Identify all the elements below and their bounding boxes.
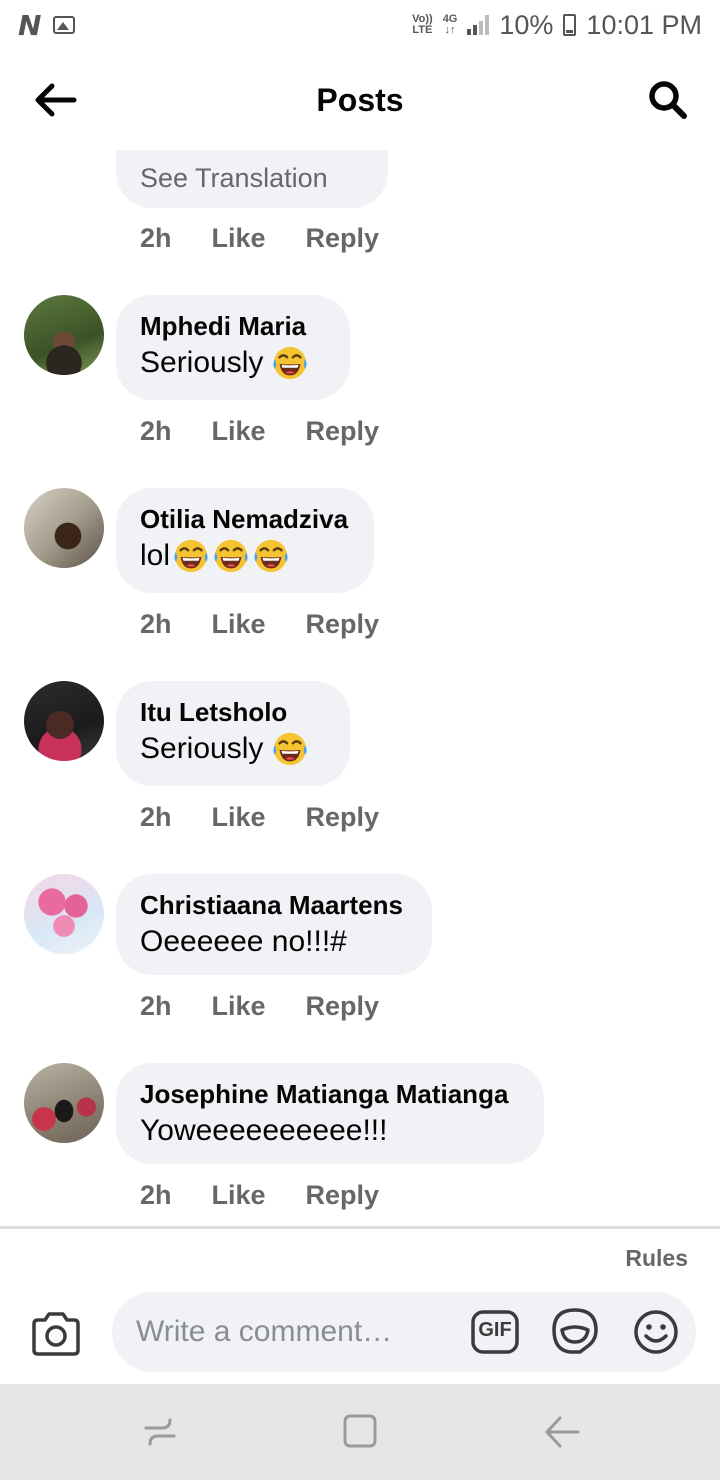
comment-actions: 2h Like Reply (140, 991, 379, 1022)
reply-button[interactable]: Reply (306, 802, 380, 833)
comment-actions: 2h Like Reply (140, 416, 379, 447)
avatar[interactable] (24, 1063, 104, 1143)
avatar[interactable] (24, 488, 104, 568)
comment-bubble[interactable]: Christiaana Maartens Oeeeeee no!!!# (116, 874, 432, 975)
comment-time: 2h (140, 802, 172, 832)
comment-text-content: Seriously (140, 346, 264, 379)
comment-time: 2h (140, 223, 172, 253)
comment-actions: 2h Like Reply (140, 609, 379, 640)
sticker-icon (552, 1308, 598, 1354)
comment-author[interactable]: Itu Letsholo (140, 695, 326, 729)
network-indicator: 4G ↓↑ (443, 14, 458, 36)
battery-percent: 10% (499, 9, 554, 40)
emoji-button[interactable] (632, 1308, 680, 1356)
avatar[interactable] (24, 681, 104, 761)
comment-time: 2h (140, 609, 172, 639)
like-button[interactable]: Like (212, 609, 266, 640)
comment-composer: GIF (112, 1292, 696, 1372)
back-nav-button[interactable] (542, 1412, 582, 1452)
recent-apps-button[interactable] (140, 1412, 180, 1452)
app-header: Posts (0, 50, 720, 150)
lte-label: LTE (412, 24, 433, 36)
tears-of-joy-emoji-icon (174, 539, 208, 573)
like-button[interactable]: Like (212, 802, 266, 833)
like-button[interactable]: Like (212, 1180, 266, 1211)
back-arrow-icon (35, 83, 77, 117)
tears-of-joy-emoji-icon (273, 346, 308, 380)
rules-link[interactable]: Rules (625, 1245, 688, 1272)
avatar[interactable] (24, 874, 104, 954)
back-button[interactable] (30, 78, 80, 122)
volte-indicator: Vo)) LTE (412, 14, 433, 36)
comment-time: 2h (140, 991, 172, 1021)
comment-text: Seriously (140, 343, 326, 383)
comment-bubble[interactable]: Otilia Nemadziva lol (116, 488, 374, 593)
comment-text-content: lol (140, 539, 171, 572)
page-title: Posts (316, 81, 404, 118)
signal-strength-icon (467, 15, 490, 35)
smiley-icon (634, 1310, 678, 1354)
comment-text-content: Seriously (140, 732, 264, 765)
avatar[interactable] (24, 295, 104, 375)
composer-divider (0, 1226, 720, 1229)
comment-bubble[interactable]: Mphedi Maria Seriously (116, 295, 350, 400)
comment-text: Seriously (140, 729, 326, 769)
comment-author[interactable]: Christiaana Maartens (140, 888, 408, 922)
comment-bubble[interactable]: Josephine Matianga Matianga Yoweeeeeeeee… (116, 1063, 544, 1164)
comment-text: lol (140, 536, 350, 576)
back-nav-icon (545, 1416, 580, 1448)
comment-actions: 2h Like Reply (140, 802, 379, 833)
tears-of-joy-emoji-icon (214, 539, 248, 573)
clock: 10:01 PM (586, 9, 702, 40)
like-button[interactable]: Like (212, 223, 266, 254)
camera-icon (32, 1312, 80, 1356)
comment-text: Oeeeeee no!!!# (140, 925, 347, 958)
gif-label: GIF (478, 1319, 512, 1341)
status-bar: N Vo)) LTE 4G ↓↑ 10% 10:01 PM (0, 0, 720, 50)
tears-of-joy-emoji-icon (254, 539, 288, 573)
comment-time: 2h (140, 1180, 172, 1210)
recent-apps-icon (144, 1418, 176, 1446)
reply-button[interactable]: Reply (306, 416, 380, 447)
like-button[interactable]: Like (212, 991, 266, 1022)
comment-text: Yoweeeeeeeeee!!! (140, 1114, 388, 1147)
reply-button[interactable]: Reply (306, 1180, 380, 1211)
search-button[interactable] (646, 78, 690, 122)
see-translation-link[interactable]: See Translation (140, 160, 364, 196)
like-button[interactable]: Like (212, 416, 266, 447)
search-icon (649, 81, 687, 119)
data-arrows-label: ↓↑ (444, 24, 456, 36)
reply-button[interactable]: Reply (306, 609, 380, 640)
comment-actions: 2h Like Reply (140, 223, 379, 254)
camera-button[interactable] (30, 1310, 82, 1358)
gif-button[interactable]: GIF (470, 1308, 520, 1356)
comment-bubble-partial[interactable]: See Translation (116, 150, 388, 208)
comment-author[interactable]: Mphedi Maria (140, 309, 326, 343)
comment-actions: 2h Like Reply (140, 1180, 379, 1211)
comment-author[interactable]: Josephine Matianga Matianga (140, 1077, 520, 1111)
sticker-button[interactable] (550, 1306, 600, 1356)
reply-button[interactable]: Reply (306, 223, 380, 254)
system-navigation-bar (0, 1384, 720, 1480)
home-button[interactable] (340, 1412, 380, 1452)
comment-author[interactable]: Otilia Nemadziva (140, 502, 350, 536)
battery-icon (563, 14, 577, 36)
comment-bubble[interactable]: Itu Letsholo Seriously (116, 681, 350, 786)
comment-time: 2h (140, 416, 172, 446)
n-app-icon: N (18, 8, 41, 42)
reply-button[interactable]: Reply (306, 991, 380, 1022)
comment-input[interactable] (136, 1310, 456, 1354)
tears-of-joy-emoji-icon (273, 732, 308, 766)
home-icon (343, 1414, 377, 1448)
comments-list[interactable]: See Translation 2h Like Reply Mphedi Mar… (0, 150, 720, 1226)
gallery-notification-icon (53, 16, 76, 34)
